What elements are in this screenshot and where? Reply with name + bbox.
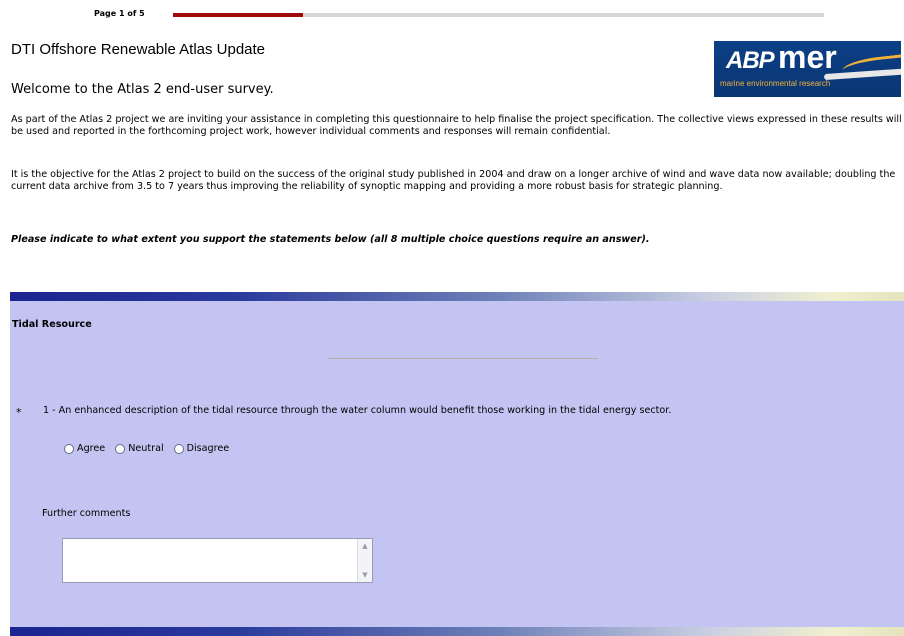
option-agree-label: Agree bbox=[77, 443, 106, 454]
logo-tagline: marine environmental research bbox=[720, 79, 831, 88]
textarea-scrollbar[interactable]: ▲ ▼ bbox=[357, 539, 372, 582]
comments-textarea[interactable]: ▲ ▼ bbox=[62, 538, 373, 583]
required-marker: * bbox=[16, 406, 22, 419]
section-divider bbox=[328, 358, 598, 359]
question-text: 1 - An enhanced description of the tidal… bbox=[43, 405, 672, 416]
radio-agree[interactable] bbox=[64, 443, 74, 454]
intro-paragraph-1: As part of the Atlas 2 project we are in… bbox=[11, 114, 902, 137]
option-neutral[interactable]: Neutral bbox=[115, 443, 164, 454]
abpmer-logo: ABP mer marine environmental research bbox=[714, 41, 901, 97]
option-agree[interactable]: Agree bbox=[64, 443, 105, 454]
option-neutral-label: Neutral bbox=[128, 443, 164, 454]
survey-instruction: Please indicate to what extent you suppo… bbox=[11, 234, 650, 245]
question-panel bbox=[10, 292, 904, 635]
logo-brand-prefix: ABP bbox=[726, 47, 775, 74]
scroll-up-icon[interactable]: ▲ bbox=[358, 539, 372, 553]
radio-neutral[interactable] bbox=[115, 443, 126, 454]
panel-top-band bbox=[10, 292, 904, 301]
progress-bar bbox=[173, 13, 824, 17]
intro-paragraph-2: It is the objective for the Atlas 2 proj… bbox=[11, 169, 896, 192]
page-title: DTI Offshore Renewable Atlas Update bbox=[11, 41, 266, 58]
section-title: Tidal Resource bbox=[12, 319, 92, 330]
answer-options: Agree Neutral Disagree bbox=[64, 443, 229, 454]
radio-disagree[interactable] bbox=[173, 443, 184, 454]
option-disagree-label: Disagree bbox=[186, 443, 230, 454]
logo-brand-name: mer bbox=[778, 41, 837, 75]
option-disagree[interactable]: Disagree bbox=[173, 443, 230, 454]
scroll-down-icon[interactable]: ▼ bbox=[358, 568, 372, 582]
page-subtitle: Welcome to the Atlas 2 end-user survey. bbox=[11, 82, 274, 97]
progress-label: Page 1 of 5 bbox=[94, 9, 145, 18]
comments-label: Further comments bbox=[42, 508, 131, 519]
progress-fill bbox=[173, 13, 304, 17]
